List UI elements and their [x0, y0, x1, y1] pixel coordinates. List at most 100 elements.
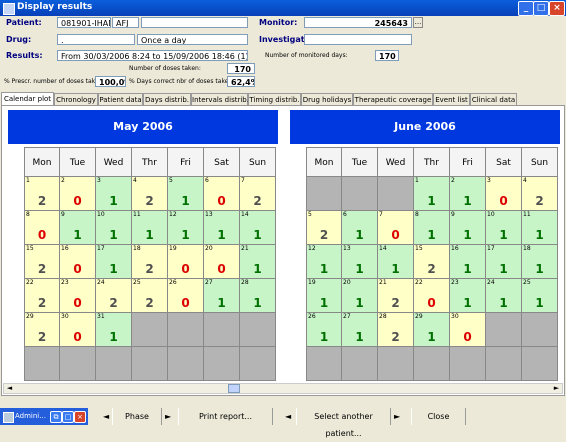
scroll-thumb[interactable]: [228, 384, 240, 393]
day-cell[interactable]: 21 1: [240, 245, 276, 279]
horizontal-scrollbar[interactable]: ◄ ►: [3, 383, 563, 394]
day-cell[interactable]: 81: [414, 211, 450, 245]
day-cell[interactable]: 18 2: [132, 245, 168, 279]
day-cell[interactable]: 42: [522, 177, 558, 211]
day-cell[interactable]: 52: [306, 211, 342, 245]
day-cell[interactable]: 21: [450, 177, 486, 211]
prescr-label: % Prescr. number of doses taken:: [4, 78, 105, 85]
day-cell[interactable]: 17 1: [96, 245, 132, 279]
day-cell[interactable]: 14 1: [240, 211, 276, 245]
day-cell[interactable]: 29 2: [24, 313, 60, 347]
day-cell[interactable]: 70: [378, 211, 414, 245]
day-cell[interactable]: 16 0: [60, 245, 96, 279]
day-cell[interactable]: 12 1: [168, 211, 204, 245]
tab-days-distrib[interactable]: Days distrib.: [143, 93, 191, 105]
day-cell[interactable]: 25 1: [522, 279, 558, 313]
patient-extra-field[interactable]: [141, 17, 248, 28]
day-cell[interactable]: 20 0: [204, 245, 240, 279]
restore-icon[interactable]: ⧉: [50, 411, 62, 423]
monitor-browse-button[interactable]: ...: [413, 17, 423, 28]
select-patient-button[interactable]: Select another patient...: [296, 408, 391, 438]
close-window-button[interactable]: ×: [549, 1, 565, 16]
day-cell[interactable]: 31 1: [96, 313, 132, 347]
print-report-button[interactable]: Print report...: [178, 408, 273, 425]
patient-id-field[interactable]: 081901-IHAN: [57, 17, 111, 28]
day-cell[interactable]: 20 1: [342, 279, 378, 313]
day-cell[interactable]: 11 1: [522, 211, 558, 245]
investigator-field[interactable]: [304, 34, 412, 45]
day-cell[interactable]: 21 2: [378, 279, 414, 313]
day-cell[interactable]: 18 1: [522, 245, 558, 279]
day-cell[interactable]: 24 1: [486, 279, 522, 313]
day-cell[interactable]: 30 0: [450, 313, 486, 347]
day-cell[interactable]: 91: [450, 211, 486, 245]
day-cell[interactable]: 30: [486, 177, 522, 211]
phase-button[interactable]: Phase: [112, 408, 162, 425]
maximize-icon[interactable]: □: [62, 411, 74, 423]
day-cell[interactable]: 29 1: [414, 313, 450, 347]
day-cell[interactable]: 24 2: [96, 279, 132, 313]
maximize-button[interactable]: □: [533, 1, 549, 16]
day-cell[interactable]: 16 1: [450, 245, 486, 279]
drug-field[interactable]: .: [57, 34, 135, 45]
day-cell[interactable]: 27 1: [204, 279, 240, 313]
tab-drug-holidays[interactable]: Drug holidays: [301, 93, 353, 105]
day-cell[interactable]: 10 1: [96, 211, 132, 245]
day-cell[interactable]: 17 1: [486, 245, 522, 279]
day-cell[interactable]: 11 1: [132, 211, 168, 245]
monitor-field[interactable]: 245643: [304, 17, 412, 28]
day-cell[interactable]: 19 1: [306, 279, 342, 313]
day-cell[interactable]: 12: [24, 177, 60, 211]
day-cell[interactable]: 12 1: [306, 245, 342, 279]
tab-patient-data[interactable]: Patient data: [98, 93, 143, 105]
day-cell[interactable]: 31: [96, 177, 132, 211]
day-cell[interactable]: 22 2: [24, 279, 60, 313]
tab-chronology[interactable]: Chronology: [54, 93, 98, 105]
phase-prev-icon[interactable]: ◄: [103, 412, 109, 421]
day-cell[interactable]: 26 0: [168, 279, 204, 313]
day-cell[interactable]: 25 2: [132, 279, 168, 313]
day-cell[interactable]: 15 2: [24, 245, 60, 279]
day-cell[interactable]: 72: [240, 177, 276, 211]
phase-next-icon[interactable]: ►: [165, 412, 171, 421]
day-cell[interactable]: 23 0: [60, 279, 96, 313]
taskbar-window[interactable]: Admini... ⧉ □ ×: [0, 408, 88, 425]
day-cell[interactable]: 42: [132, 177, 168, 211]
day-cell[interactable]: 15 2: [414, 245, 450, 279]
tab-event-list[interactable]: Event list: [433, 93, 470, 105]
day-cell[interactable]: 22 0: [414, 279, 450, 313]
drug-frequency-field[interactable]: Once a day: [137, 34, 248, 45]
day-cell[interactable]: 13 1: [204, 211, 240, 245]
dose-count: 1: [253, 296, 262, 310]
patient-next-icon[interactable]: ►: [394, 412, 400, 421]
day-cell[interactable]: 61: [342, 211, 378, 245]
day-cell[interactable]: 80: [24, 211, 60, 245]
day-cell[interactable]: 28 2: [378, 313, 414, 347]
tab-calendar-plot[interactable]: Calendar plot: [1, 92, 54, 106]
tab-timing-distrib[interactable]: Timing distrib.: [248, 93, 301, 105]
patient-code-field[interactable]: AFJ: [112, 17, 139, 28]
day-cell[interactable]: 19 0: [168, 245, 204, 279]
day-cell[interactable]: 91: [60, 211, 96, 245]
day-cell[interactable]: 20: [60, 177, 96, 211]
close-icon[interactable]: ×: [74, 411, 86, 423]
day-cell[interactable]: 11: [414, 177, 450, 211]
day-cell[interactable]: 51: [168, 177, 204, 211]
minimize-button[interactable]: _: [518, 1, 534, 16]
tab-therapeutic-coverage[interactable]: Therapeutic coverage: [353, 93, 433, 105]
patient-prev-icon[interactable]: ◄: [285, 412, 291, 421]
day-cell[interactable]: 28 1: [240, 279, 276, 313]
tab-intervals-distrib[interactable]: Intervals distrib.: [191, 93, 249, 105]
day-cell[interactable]: 60: [204, 177, 240, 211]
day-cell[interactable]: 27 1: [342, 313, 378, 347]
close-button[interactable]: Close: [411, 408, 466, 425]
day-cell[interactable]: 23 1: [450, 279, 486, 313]
day-cell[interactable]: 13 1: [342, 245, 378, 279]
tab-clinical-data[interactable]: Clinical data: [470, 93, 517, 105]
scroll-right-icon[interactable]: ►: [551, 384, 562, 393]
day-cell[interactable]: 10 1: [486, 211, 522, 245]
scroll-left-icon[interactable]: ◄: [4, 384, 15, 393]
day-cell[interactable]: 14 1: [378, 245, 414, 279]
day-cell[interactable]: 30 0: [60, 313, 96, 347]
day-cell[interactable]: 26 1: [306, 313, 342, 347]
